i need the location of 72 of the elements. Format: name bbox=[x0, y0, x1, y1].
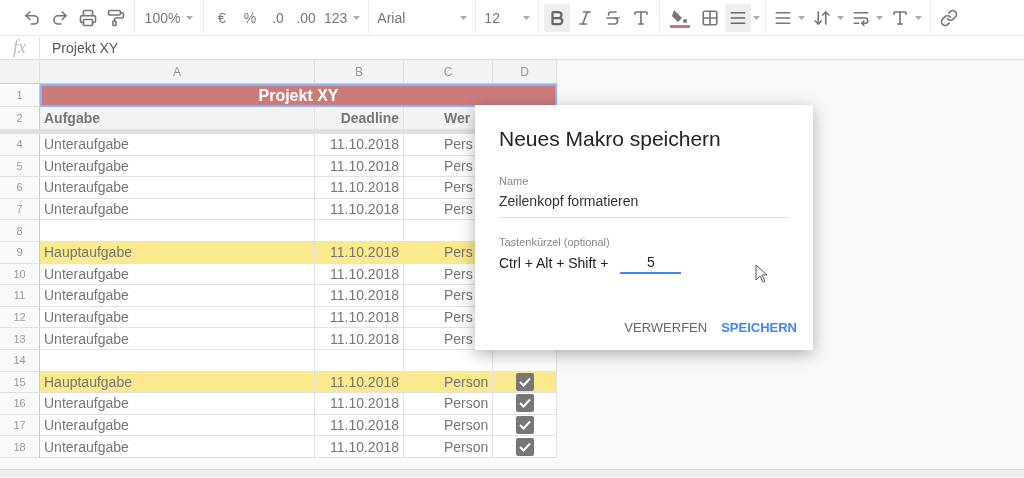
decrease-decimals-button[interactable]: .0 bbox=[265, 3, 291, 32]
row-number[interactable]: 16 bbox=[0, 393, 40, 415]
row-number[interactable]: 13 bbox=[0, 328, 40, 350]
table-cell: 11.10.2018 bbox=[315, 328, 404, 350]
name-label: Name bbox=[499, 175, 530, 187]
table-cell: Unteraufgabe bbox=[40, 134, 315, 156]
formula-field[interactable]: Projekt XY bbox=[40, 39, 119, 56]
table-cell: Unteraufgabe bbox=[40, 177, 315, 199]
column-header[interactable]: B bbox=[315, 60, 404, 84]
font-dropdown[interactable]: Arial bbox=[374, 3, 471, 32]
table-cell: 11.10.2018 bbox=[315, 155, 404, 178]
row-number[interactable]: 14 bbox=[0, 349, 40, 372]
table-cell: Unteraufgabe bbox=[40, 155, 315, 178]
table-cell: 11.10.2018 bbox=[315, 414, 404, 437]
table-cell: 11.10.2018 bbox=[315, 134, 404, 156]
table-cell: Unteraufgabe bbox=[40, 263, 315, 286]
row-number[interactable]: 1 bbox=[0, 84, 40, 107]
table-cell: Deadline bbox=[315, 107, 404, 130]
table-cell: 11.10.2018 bbox=[315, 285, 404, 307]
row-number[interactable]: 6 bbox=[0, 177, 40, 199]
table-cell: Person bbox=[404, 393, 493, 415]
table-cell: 11.10.2018 bbox=[315, 198, 404, 221]
column-header[interactable]: C bbox=[404, 60, 493, 84]
discard-button[interactable]: VERWERFEN bbox=[624, 314, 708, 341]
row-number[interactable]: 5 bbox=[0, 155, 40, 178]
percent-button[interactable]: % bbox=[237, 3, 263, 32]
column-header[interactable]: D bbox=[493, 60, 557, 84]
table-cell: 11.10.2018 bbox=[315, 371, 404, 394]
table-cell: Hauptaufgabe bbox=[40, 241, 315, 264]
row-number[interactable]: 10 bbox=[0, 263, 40, 286]
row-number[interactable]: 15 bbox=[0, 371, 40, 394]
table-cell: Person bbox=[404, 414, 493, 437]
table-cell: Person bbox=[404, 371, 493, 394]
row-number[interactable]: 8 bbox=[0, 220, 40, 242]
name-field[interactable]: Zeilenkopf formatieren bbox=[499, 191, 789, 218]
row-number[interactable]: 17 bbox=[0, 414, 40, 437]
table-cell: 11.10.2018 bbox=[315, 393, 404, 415]
table-cell: Unteraufgabe bbox=[40, 436, 315, 458]
formula-label: fx bbox=[0, 37, 40, 58]
table-cell: Unteraufgabe bbox=[40, 198, 315, 221]
currency-button[interactable]: € bbox=[209, 3, 235, 32]
table-cell: Hauptaufgabe bbox=[40, 371, 315, 394]
title-cell: Projekt XY bbox=[40, 84, 557, 107]
increase-decimals-button[interactable]: .00 bbox=[293, 3, 319, 32]
table-cell: 11.10.2018 bbox=[315, 241, 404, 264]
row-number[interactable]: 12 bbox=[0, 306, 40, 329]
font-size-dropdown[interactable]: 12 bbox=[481, 3, 534, 32]
row-number[interactable]: 9 bbox=[0, 241, 40, 264]
table-cell: Aufgabe bbox=[40, 107, 315, 130]
row-number[interactable]: 7 bbox=[0, 198, 40, 221]
table-cell: 11.10.2018 bbox=[315, 177, 404, 199]
table-cell: Unteraufgabe bbox=[40, 393, 315, 415]
table-cell: 11.10.2018 bbox=[315, 436, 404, 458]
shortcut-prefix: Ctrl + Alt + Shift + bbox=[499, 255, 609, 271]
column-header[interactable]: A bbox=[40, 60, 315, 84]
table-cell: Unteraufgabe bbox=[40, 414, 315, 437]
row-number[interactable]: 18 bbox=[0, 436, 40, 458]
table-cell: Unteraufgabe bbox=[40, 306, 315, 329]
save-button[interactable]: SPEICHERN bbox=[721, 314, 797, 341]
number-format-dropdown[interactable]: 123 bbox=[321, 3, 364, 32]
shortcut-label: Tastenkürzel (optional) bbox=[499, 236, 611, 248]
row-number[interactable]: 2 bbox=[0, 107, 40, 130]
row-number[interactable]: 4 bbox=[0, 134, 40, 156]
table-cell: Unteraufgabe bbox=[40, 285, 315, 307]
table-cell: Person bbox=[404, 436, 493, 458]
dialog-title: Neues Makro speichern bbox=[499, 127, 722, 151]
table-cell: Unteraufgabe bbox=[40, 328, 315, 350]
table-cell: 11.10.2018 bbox=[315, 263, 404, 286]
zoom-dropdown[interactable]: 100% bbox=[140, 3, 198, 32]
shortcut-field[interactable]: 5 bbox=[620, 252, 682, 274]
row-number[interactable]: 11 bbox=[0, 285, 40, 307]
table-cell: 11.10.2018 bbox=[315, 306, 404, 329]
